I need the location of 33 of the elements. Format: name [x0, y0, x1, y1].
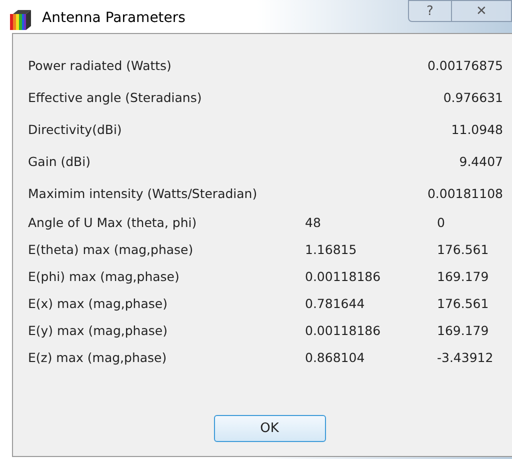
phase-value: 169.179: [437, 268, 489, 286]
phase-value: 176.561: [437, 241, 489, 260]
magnitude-value: 0.00118186: [305, 268, 382, 286]
parameter-label: Maximim intensity (Watts/Steradian): [28, 184, 258, 203]
parameter-value: 11.0948: [451, 120, 503, 139]
close-button[interactable]: ✕: [452, 0, 512, 22]
parameter-label: E(x) max (mag,phase): [28, 295, 168, 314]
magnitude-value: 0.00118186: [305, 322, 382, 340]
phase-value: 176.561: [437, 295, 489, 314]
phase-value: -3.43912: [437, 349, 494, 368]
parameter-value: 0.00176875: [427, 56, 503, 75]
parameter-label: E(y) max (mag,phase): [28, 322, 168, 340]
parameter-value: 0.976631: [443, 88, 503, 107]
parameter-value: 9.4407: [459, 152, 503, 171]
parameter-label: Gain (dBi): [28, 152, 90, 171]
color-bars-icon: [10, 10, 32, 30]
magnitude-value: 0.868104: [305, 349, 366, 368]
parameter-label: E(theta) max (mag,phase): [28, 241, 194, 260]
ok-button[interactable]: OK: [214, 415, 326, 442]
help-button[interactable]: ?: [408, 0, 452, 22]
parameter-label: Effective angle (Steradians): [28, 88, 202, 107]
window-title: Antenna Parameters: [42, 11, 186, 25]
phase-value: 0: [437, 214, 445, 232]
parameter-value: 0.00181108: [427, 184, 503, 203]
magnitude-value: 1.16815: [305, 241, 358, 260]
parameter-label: Directivity(dBi): [28, 120, 122, 139]
parameter-label: Angle of U Max (theta, phi): [28, 214, 198, 232]
magnitude-value: 0.781644: [305, 295, 366, 314]
parameter-label: Power radiated (Watts): [28, 56, 172, 75]
phase-value: 169.179: [437, 322, 489, 340]
parameter-label: E(phi) max (mag,phase): [28, 268, 180, 286]
magnitude-value: 48: [305, 214, 322, 232]
parameter-label: E(z) max (mag,phase): [28, 349, 168, 368]
